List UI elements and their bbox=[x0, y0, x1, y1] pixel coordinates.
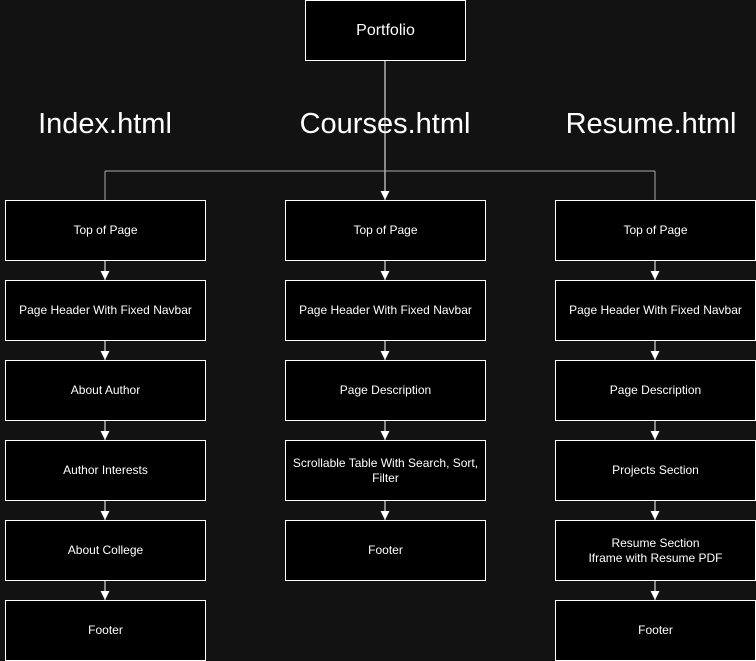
courses-box-label: Page Description bbox=[339, 383, 432, 397]
index-box-label: About Author bbox=[70, 383, 141, 397]
courses-box-4: Scrollable Table With Search, Sort, Filt… bbox=[285, 440, 486, 501]
resume-box-label: Footer bbox=[638, 623, 673, 637]
index-box-6: Footer bbox=[5, 600, 206, 661]
resume-box-3: Page Description bbox=[555, 360, 756, 421]
resume-box-label: Projects Section bbox=[612, 463, 699, 477]
index-box-4: Author Interests bbox=[5, 440, 206, 501]
resume-box-label: Top of Page bbox=[623, 223, 688, 237]
courses-box-2: Page Header With Fixed Navbar bbox=[285, 280, 486, 341]
resume-box-2: Page Header With Fixed Navbar bbox=[555, 280, 756, 341]
index-box-2: Page Header With Fixed Navbar bbox=[5, 280, 206, 341]
index-box-5: About College bbox=[5, 520, 206, 581]
resume-box-label: Page Description bbox=[609, 383, 702, 397]
courses-box-label: Top of Page bbox=[353, 223, 418, 237]
index-box-label: Footer bbox=[88, 623, 123, 637]
courses-box-label: Footer bbox=[368, 543, 403, 557]
courses-box-label: Scrollable Table With Search, Sort, Filt… bbox=[292, 455, 479, 485]
index-box-label: Page Header With Fixed Navbar bbox=[19, 303, 192, 317]
index-box-1: Top of Page bbox=[5, 200, 206, 261]
courses-box-label: Page Header With Fixed Navbar bbox=[299, 303, 472, 317]
courses-box-5: Footer bbox=[285, 520, 486, 581]
resume-box-5: Resume Section Iframe with Resume PDF bbox=[555, 520, 756, 581]
index-box-3: About Author bbox=[5, 360, 206, 421]
resume-box-6: Footer bbox=[555, 600, 756, 661]
index-box-label: Top of Page bbox=[73, 223, 138, 237]
courses-box-1: Top of Page bbox=[285, 200, 486, 261]
resume-box-1: Top of Page bbox=[555, 200, 756, 261]
courses-heading: Courses.html bbox=[299, 108, 471, 140]
resume-box-label: Page Header With Fixed Navbar bbox=[569, 303, 742, 317]
index-heading: Index.html bbox=[38, 108, 172, 140]
index-box-label: Author Interests bbox=[63, 463, 148, 477]
resume-box-4: Projects Section bbox=[555, 440, 756, 501]
portfolio-root-label: Portfolio bbox=[356, 22, 415, 39]
courses-box-3: Page Description bbox=[285, 360, 486, 421]
portfolio-root-box: Portfolio bbox=[305, 0, 466, 61]
resume-heading: Resume.html bbox=[565, 108, 737, 140]
index-box-label: About College bbox=[67, 543, 144, 557]
resume-box-label: Resume Section Iframe with Resume PDF bbox=[588, 535, 723, 565]
